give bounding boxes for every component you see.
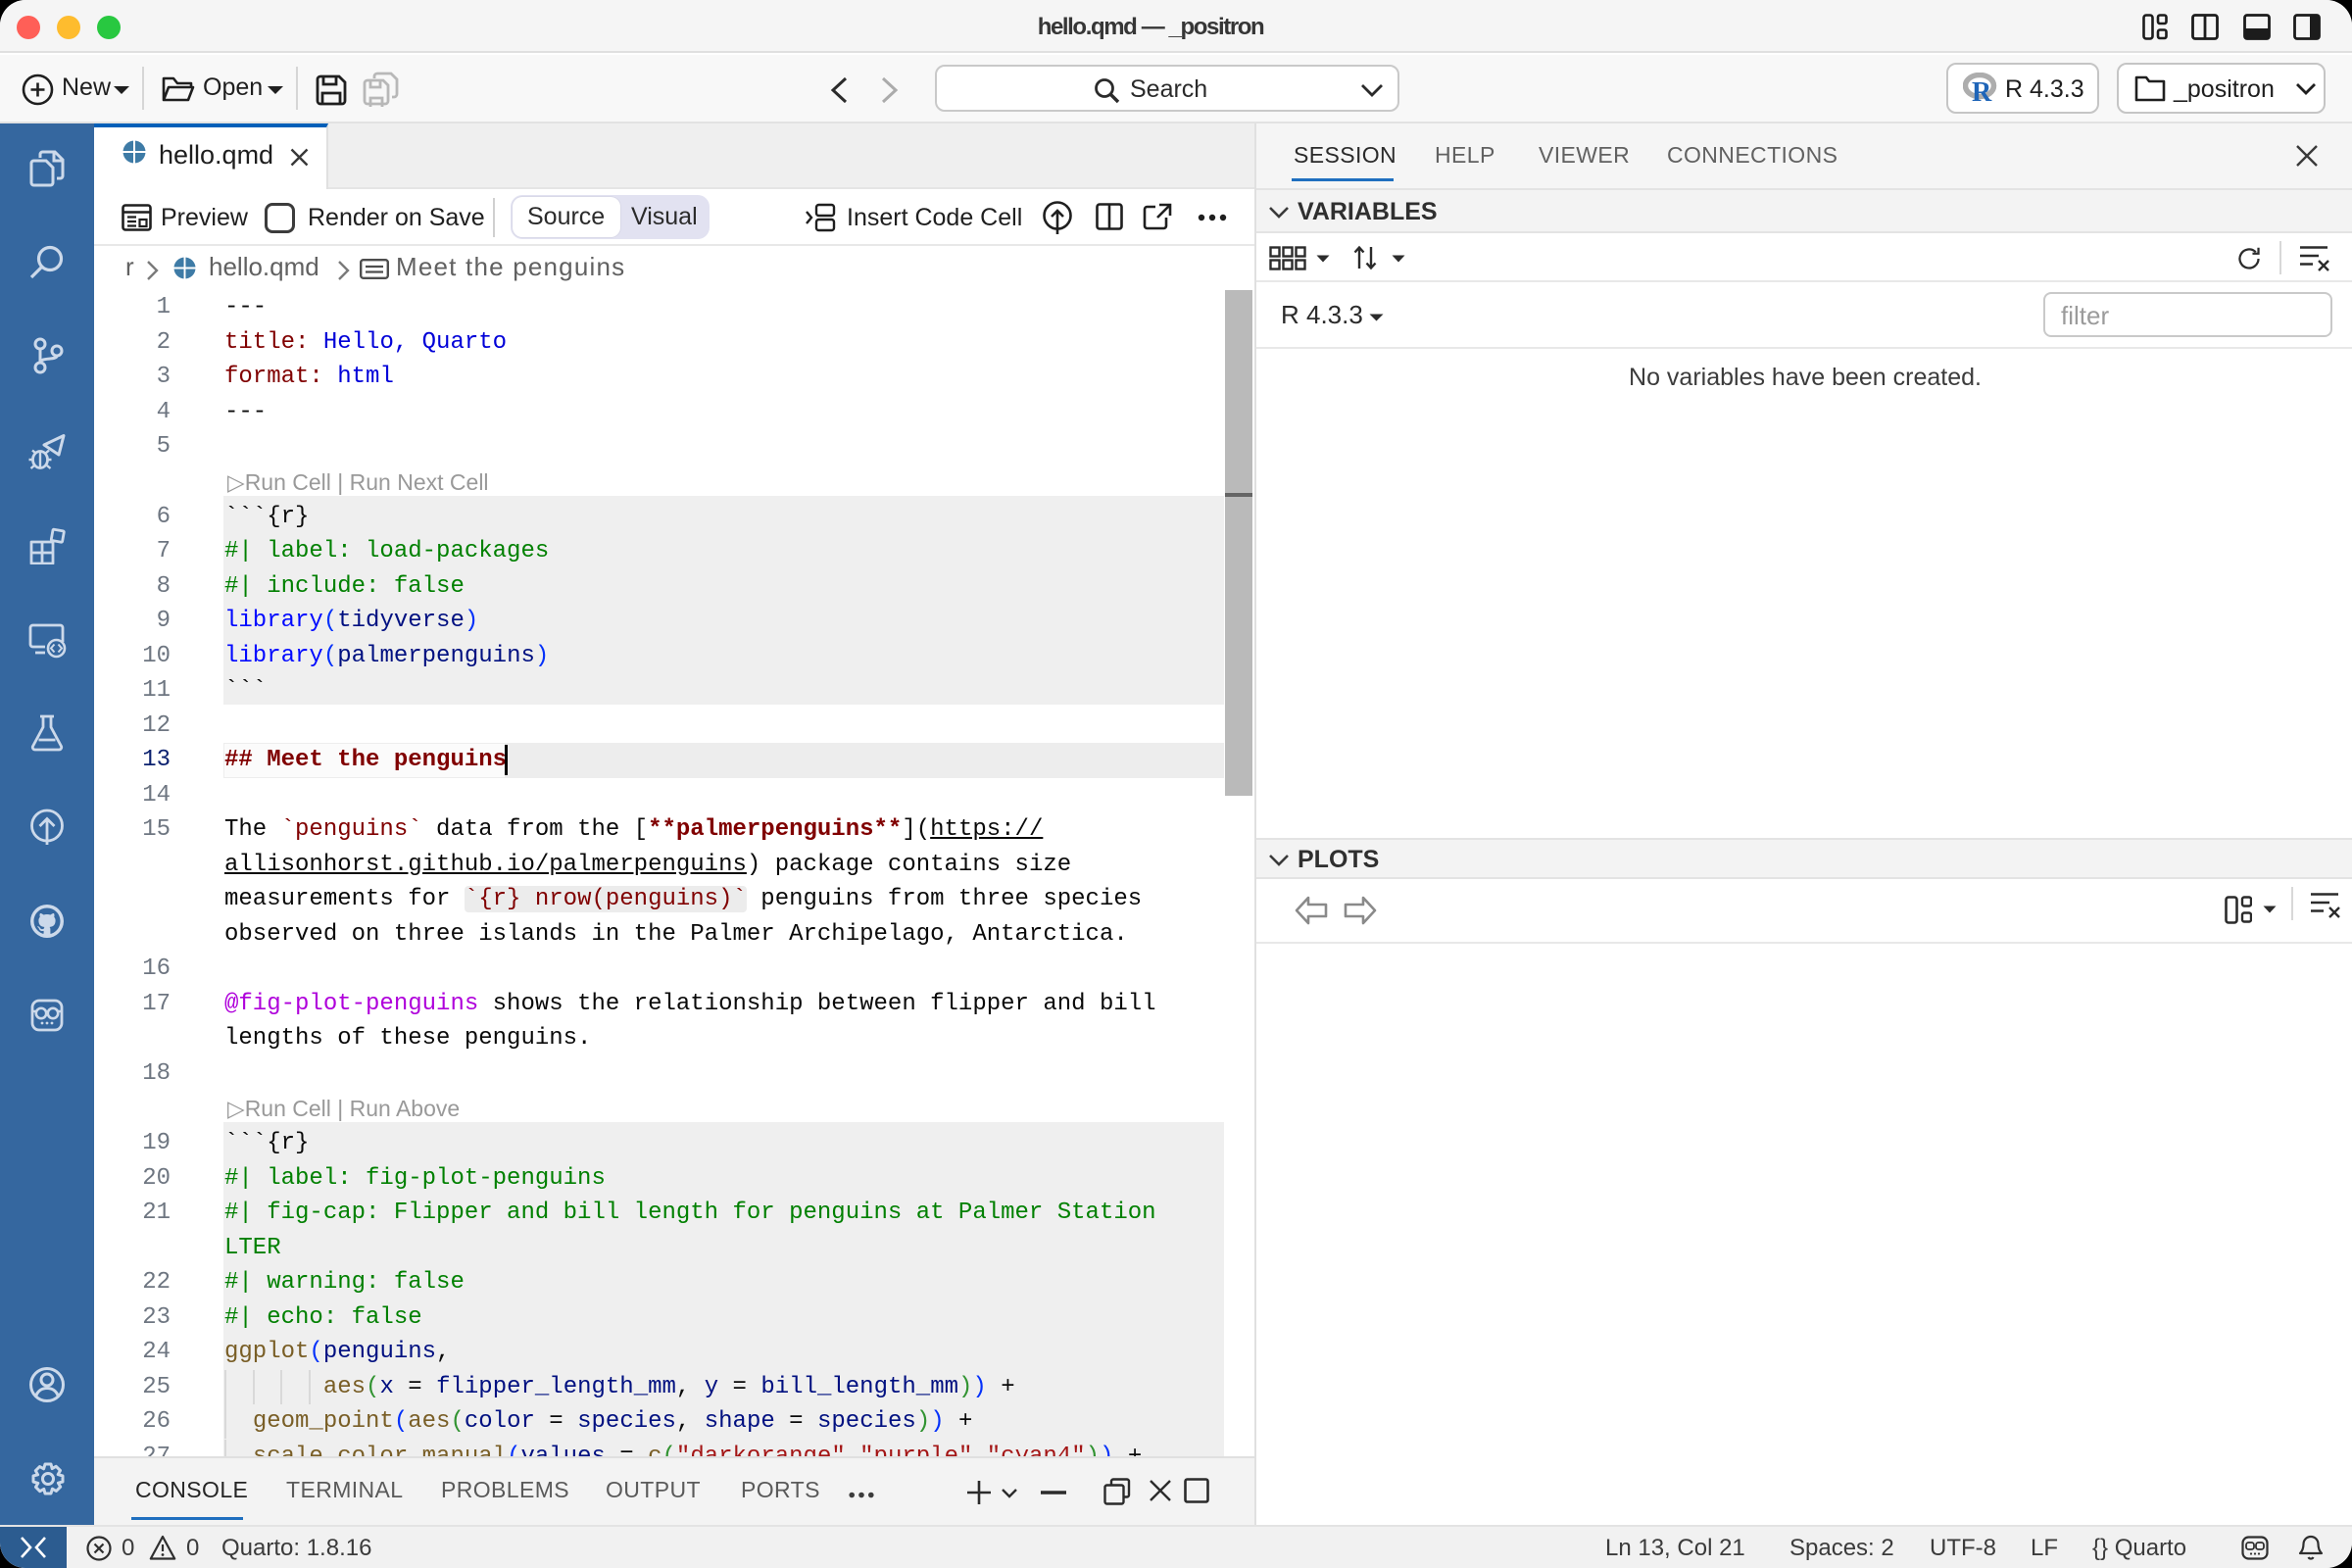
- svg-text:R: R: [1972, 77, 1992, 104]
